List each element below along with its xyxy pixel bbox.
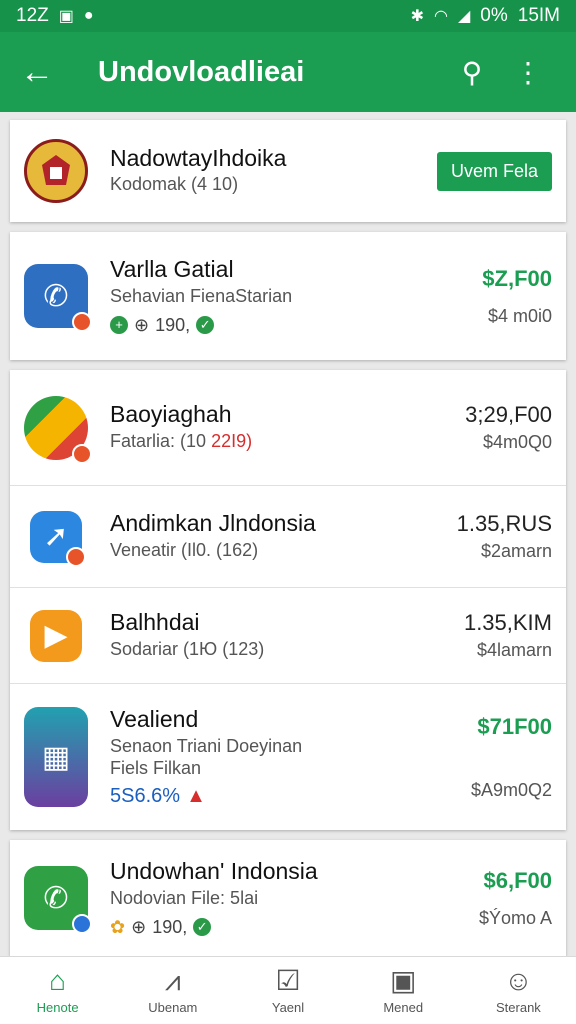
home-icon: ⌂ (49, 965, 67, 996)
app-meta: 5S6.6% ▲ (110, 785, 432, 808)
nav-label: Mened (383, 1000, 424, 1015)
app-sub: Veneatir (Il0. (162) (110, 539, 259, 560)
app-size: $4m0Q0 (482, 432, 552, 452)
app-size: $A9m0Q2 (470, 779, 552, 800)
app-price: $6,F00 (483, 867, 553, 893)
list-item[interactable]: ➚ Andimkan Jlndonsia Veneatir (Il0. (162… (10, 486, 566, 588)
back-arrow-icon[interactable]: ← (20, 53, 80, 92)
download-icon: ⊕ (131, 916, 147, 937)
app-size: $4 m0i0 (487, 305, 552, 326)
app-name: Varlla Gatial (110, 256, 234, 283)
warning-icon: ▲ (186, 784, 206, 807)
app-meta: ✿ ⊕ 190, ✓ (110, 917, 432, 938)
emblem-icon (24, 139, 88, 203)
app-sub: Fatarlia: (10 22I9) (110, 430, 253, 451)
app-list-card: Baoyiaghah Fatarlia: (10 22I9) 3;29,F00 … (10, 370, 566, 830)
nav-messages[interactable]: ▣ Mened (346, 957, 461, 1024)
badge-icon (72, 443, 92, 464)
page-title: Undovloadlieai (98, 55, 305, 88)
app-price: 1.35,KIM (463, 610, 552, 635)
checkbox-icon: ☑ (275, 965, 301, 996)
app-sub: Sodariar (1Ю (123) (110, 638, 265, 659)
phone-app-icon: ✆ (24, 264, 92, 332)
app-sub: Sehavian FienaStarian (110, 285, 293, 306)
nav-home[interactable]: ⌂ Henote (0, 957, 115, 1024)
app-meta-value: 5S6.6% (110, 784, 181, 807)
star-icon: ✿ (110, 916, 126, 937)
image-icon: ▣ (58, 8, 74, 25)
app-sub: Nodovian File: 5lai (110, 887, 259, 908)
featured-card[interactable]: NadowtayIhdoika Kodomak (4 10) Uvem Fela (10, 120, 566, 222)
chart-icon: ⩘ (164, 965, 181, 996)
app-name: Baoyiaghah (110, 401, 232, 428)
list-item[interactable]: ✆ Undowhan' Indonsia Nodovian File: 5lai… (10, 840, 566, 956)
app-sub-2: Fiels Filkan (110, 757, 202, 778)
bluetooth-icon: ✱ (410, 8, 424, 25)
plus-icon: + (110, 316, 128, 335)
list-item[interactable]: Baoyiaghah Fatarlia: (10 22I9) 3;29,F00 … (10, 370, 566, 486)
messenger-app-icon: ➚ (30, 510, 86, 567)
badge-icon (72, 914, 92, 934)
check-icon: ✓ (193, 918, 212, 937)
app-price: $Z,F00 (482, 265, 552, 291)
badge-icon (66, 546, 86, 567)
nav-label: Sterank (496, 1000, 541, 1015)
app-size: $4lamarn (476, 640, 552, 660)
app-sub: Senaon Triani Doeyinan (110, 735, 303, 756)
app-price: 3;29,F00 (465, 402, 552, 427)
nav-profile[interactable]: ☺ Sterank (461, 957, 576, 1024)
video-app-icon: ▶ (30, 609, 82, 662)
status-time: 12Z (16, 5, 49, 26)
phone-screens-icon: ▦ (24, 707, 88, 807)
app-meta-value: 190, (152, 916, 188, 937)
app-meta: + ⊕ 190, ✓ (110, 315, 432, 336)
nav-label: Henote (36, 1000, 79, 1015)
wifi-icon: ◠ (434, 8, 448, 25)
signal-icon: ◢ (457, 8, 471, 25)
shield-icon: ● (83, 7, 94, 24)
status-clock: 15IM (517, 5, 560, 26)
app-card[interactable]: ✆ Undowhan' Indonsia Nodovian File: 5lai… (10, 840, 566, 956)
app-size: $2amarn (480, 541, 552, 561)
badge-icon (72, 312, 92, 332)
list-item[interactable]: ▦ Vealiend Senaon Triani Doeyinan Fiels … (10, 684, 566, 830)
app-name: Andimkan Jlndonsia (110, 510, 316, 537)
app-size: $Ýomo A (478, 907, 552, 928)
featured-row[interactable]: NadowtayIhdoika Kodomak (4 10) Uvem Fela (10, 120, 566, 222)
app-name: Balhhdai (110, 609, 200, 636)
app-price: $71F00 (477, 713, 552, 739)
app-name: Vealiend (110, 706, 199, 733)
battery-level: 0% (480, 5, 508, 26)
nav-label: Yaenl (271, 1000, 305, 1015)
check-icon: ✓ (196, 316, 215, 335)
install-button[interactable]: Uvem Fela (436, 151, 552, 191)
app-bar: ← Undovloadlieai ⚲ ⋮ (0, 32, 576, 112)
message-icon: ▣ (389, 965, 417, 996)
app-meta-value: 190, (155, 314, 191, 335)
person-icon: ☺ (504, 965, 533, 996)
download-icon: ⊕ (134, 314, 150, 335)
nav-checkbox[interactable]: ☑ Yaenl (230, 957, 345, 1024)
status-bar: 12Z ▣ ● ✱ ◠ ◢ 0% 15IM (0, 0, 576, 32)
search-icon[interactable]: ⚲ (444, 56, 500, 89)
nav-chart[interactable]: ⩘ Ubenam (115, 957, 230, 1024)
app-card[interactable]: ✆ Varlla Gatial Sehavian FienaStarian + … (10, 232, 566, 360)
app-name: Undowhan' Indonsia (110, 858, 318, 885)
app-price: 1.35,RUS (456, 511, 552, 536)
nav-label: Ubenam (148, 1000, 198, 1015)
list-item[interactable]: ✆ Varlla Gatial Sehavian FienaStarian + … (10, 232, 566, 360)
more-vert-icon[interactable]: ⋮ (500, 56, 556, 89)
call-app-icon: ✆ (24, 866, 92, 934)
bottom-navigation: ⌂ Henote ⩘ Ubenam ☑ Yaenl ▣ Mened ☺ Ster… (0, 956, 576, 1024)
featured-sub: Kodomak (4 10) (110, 174, 239, 195)
list-item[interactable]: ▶ Balhhdai Sodariar (1Ю (123) 1.35,KIM $… (10, 588, 566, 684)
map-app-icon (24, 395, 92, 464)
featured-name: NadowtayIhdoika (110, 144, 287, 171)
